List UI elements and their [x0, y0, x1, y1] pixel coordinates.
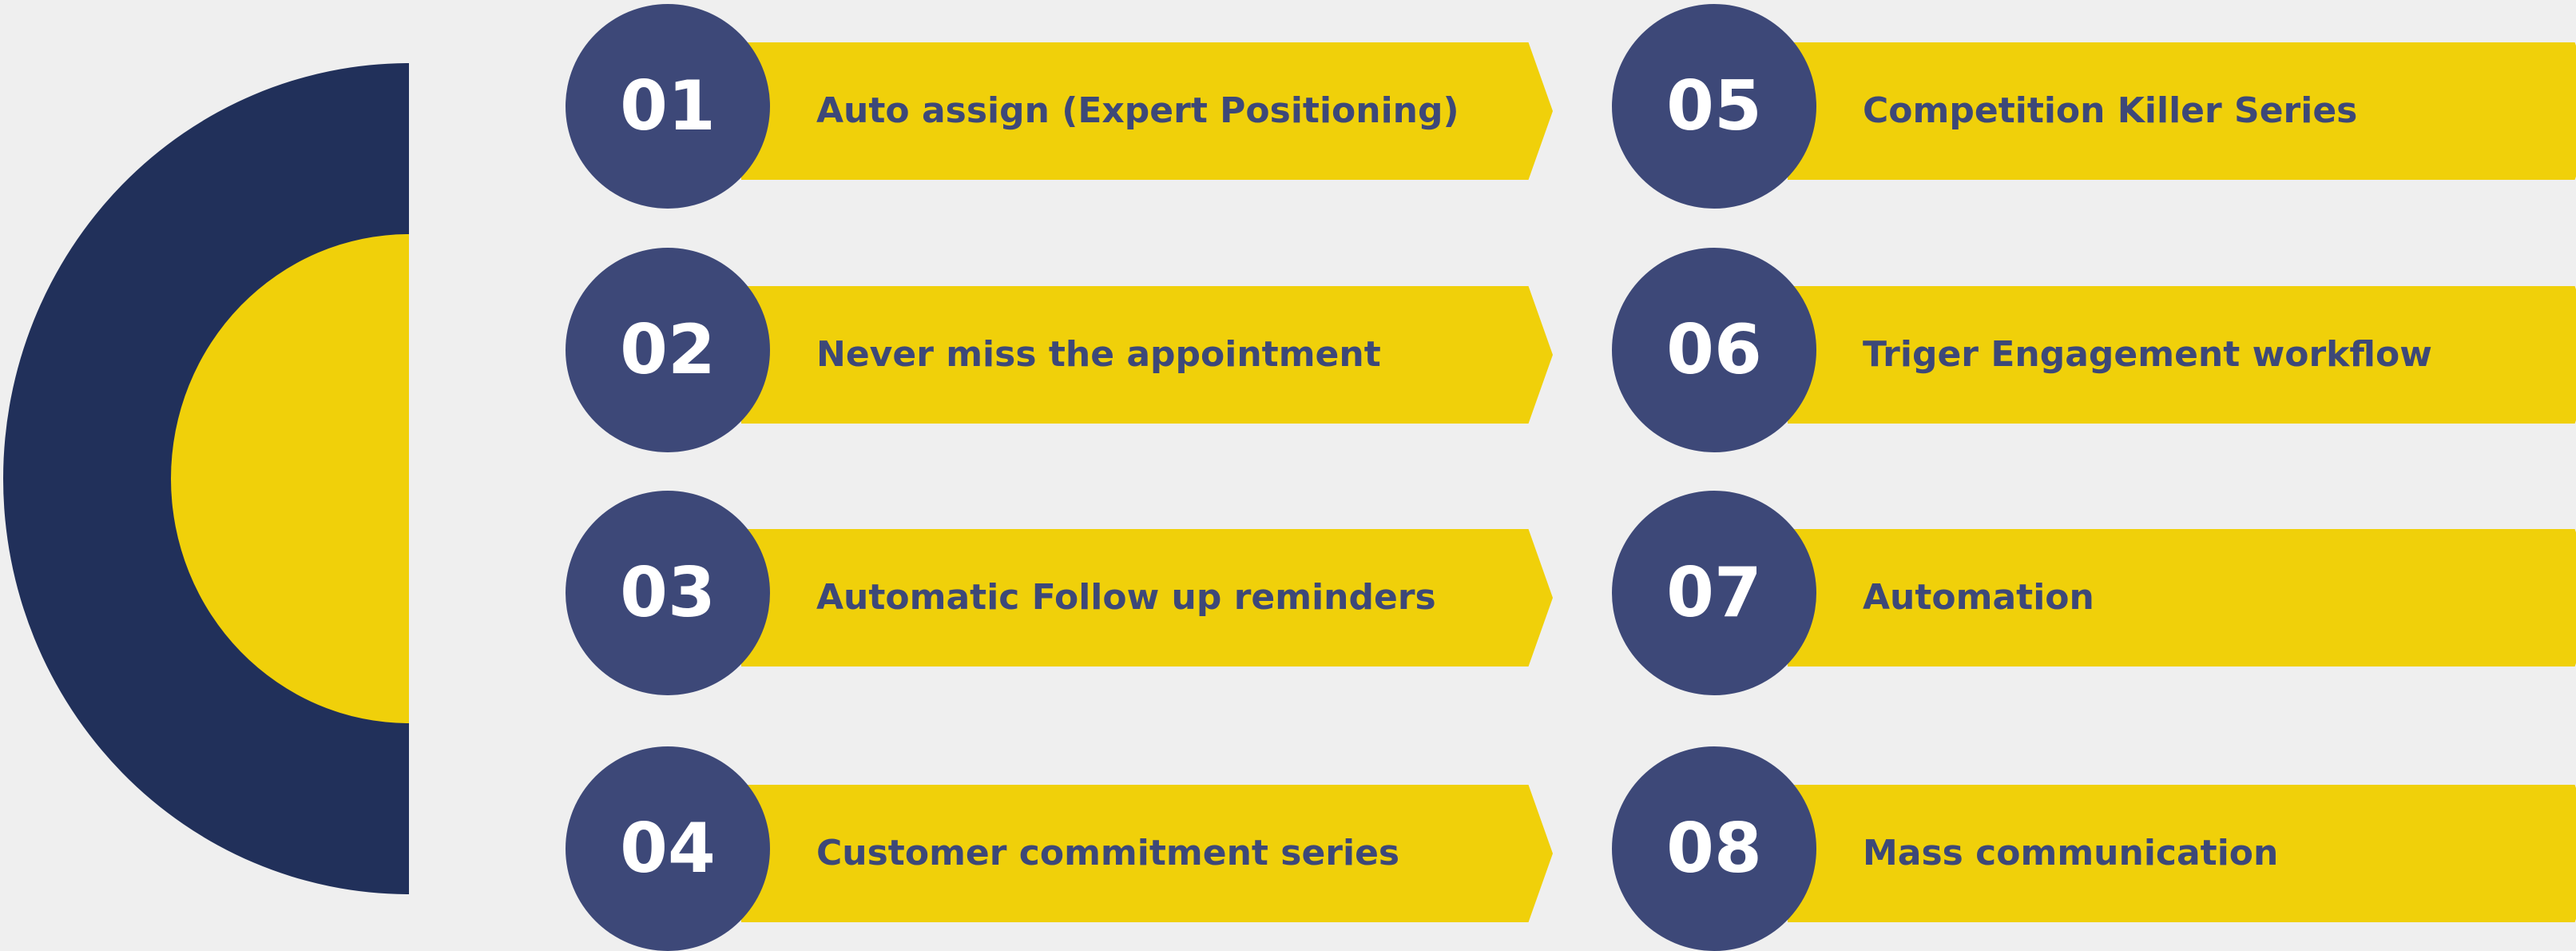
item-label: Customer commitment series	[816, 833, 1400, 873]
list-item-06: Triger Engagement workflow 06	[1612, 248, 2576, 452]
list-item-01: Auto assign (Expert Positioning) 01	[566, 4, 1556, 209]
number-badge: 08	[1612, 746, 1816, 951]
list-item-02: Never miss the appointment 02	[566, 248, 1556, 452]
number-badge: 04	[566, 746, 770, 951]
number-badge: 02	[566, 248, 770, 452]
list-item-05: Competition Killer Series 05	[1612, 4, 2576, 209]
list-item-07: Automation 07	[1612, 491, 2576, 695]
item-label: Competition Killer Series	[1863, 90, 2358, 131]
number-badge: 03	[566, 491, 770, 695]
item-label: Never miss the appointment	[816, 334, 1381, 375]
number-badge: 06	[1612, 248, 1816, 452]
number-badge: 07	[1612, 491, 1816, 695]
decorative-half-circles	[3, 63, 409, 894]
list-item-03: Automatic Follow up reminders 03	[566, 491, 1556, 695]
item-label: Automation	[1863, 577, 2094, 618]
number-badge: 05	[1612, 4, 1816, 209]
item-label: Automatic Follow up reminders	[816, 577, 1436, 618]
item-label: Auto assign (Expert Positioning)	[816, 90, 1459, 131]
item-label: Triger Engagement workflow	[1863, 334, 2432, 375]
number-badge: 01	[566, 4, 770, 209]
list-item-08: Mass communication 08	[1612, 746, 2576, 951]
item-label: Mass communication	[1863, 833, 2279, 873]
list-item-04: Customer commitment series 04	[566, 746, 1556, 951]
